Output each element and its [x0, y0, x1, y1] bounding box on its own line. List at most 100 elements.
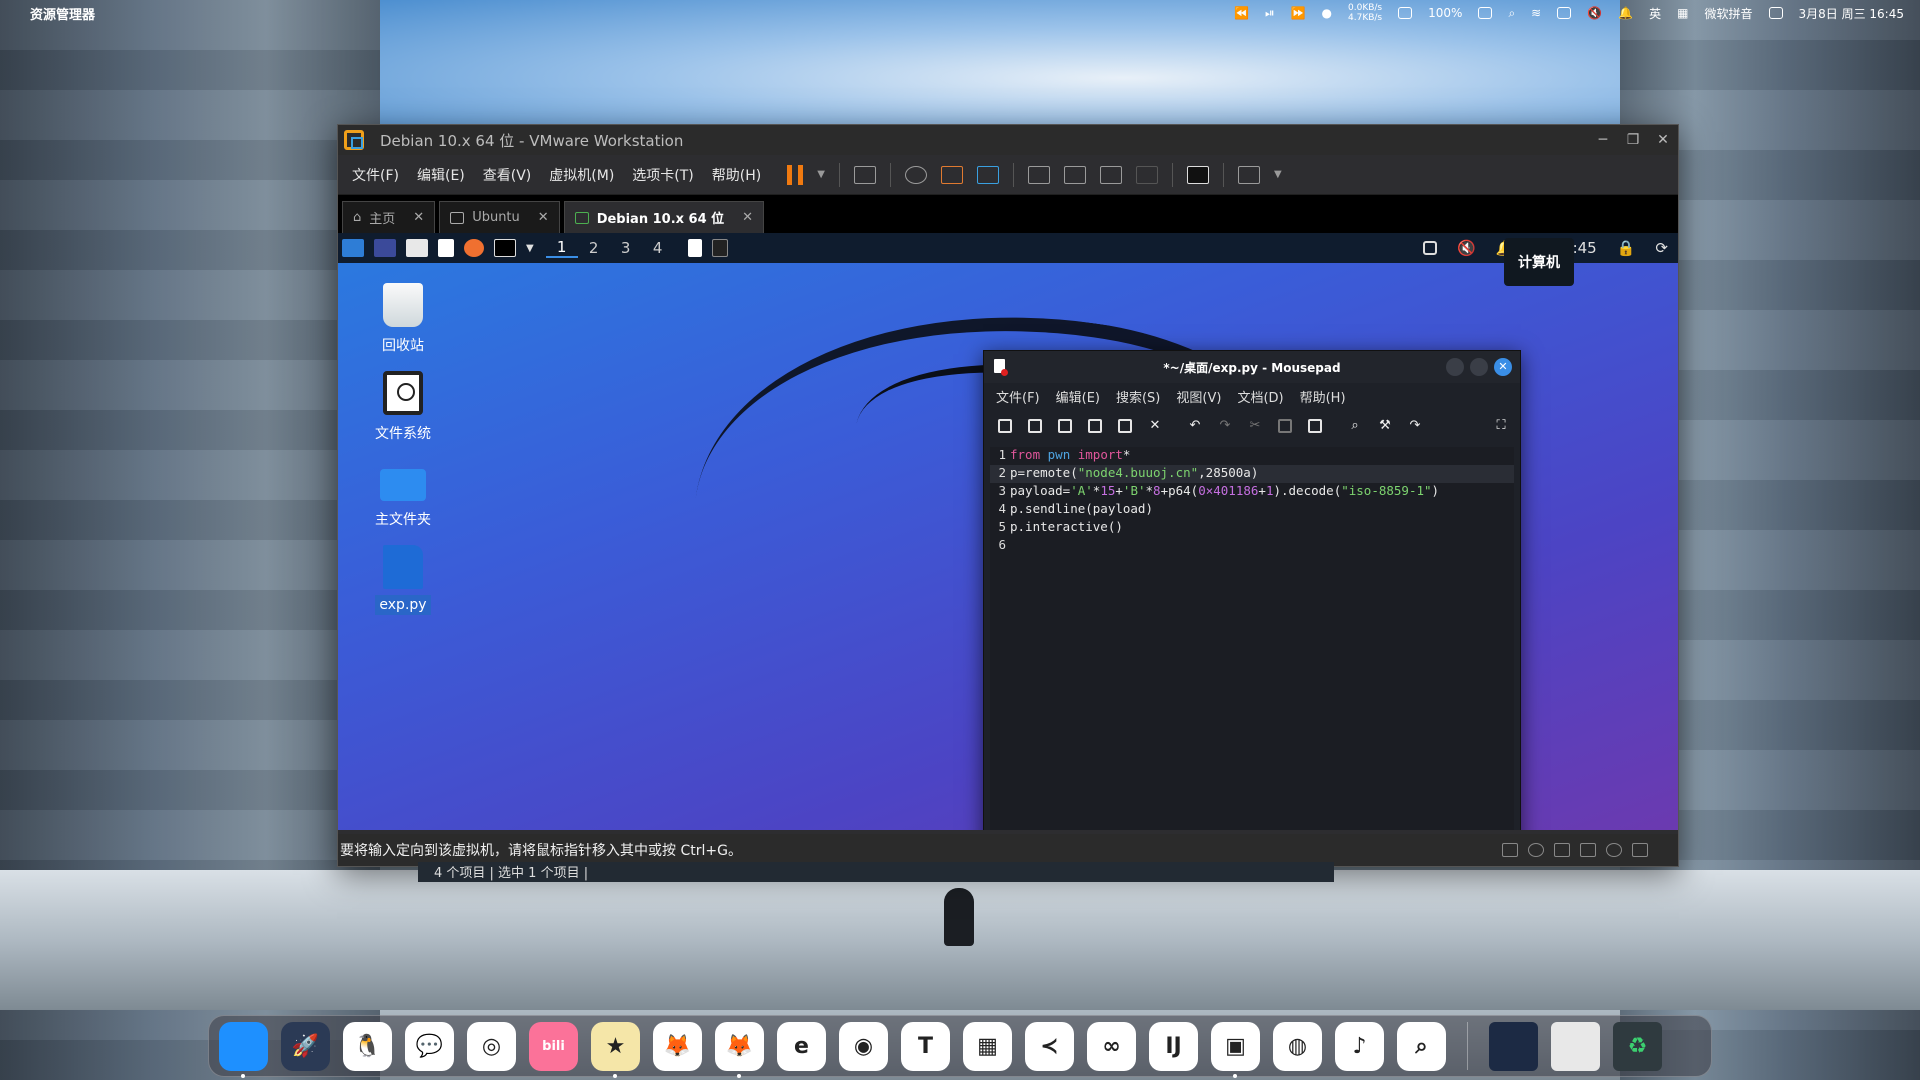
desktop-icon-home[interactable]: 主文件夹	[348, 459, 458, 529]
desktop-icon-filesystem[interactable]: 文件系统	[348, 371, 458, 443]
dock-search-icon[interactable]: ⌕	[1397, 1021, 1446, 1071]
dock-vscode-icon[interactable]: ≺	[1025, 1021, 1074, 1071]
close-button[interactable]: ✕	[1648, 132, 1678, 148]
menu-view[interactable]: 查看(V)	[483, 165, 532, 185]
snapshot-manager-icon[interactable]	[976, 165, 999, 184]
dock-recent-window-2-icon[interactable]	[1551, 1021, 1600, 1071]
desktop-icon-trash[interactable]: 回收站	[348, 283, 458, 355]
dock-typora-icon[interactable]: T	[901, 1021, 950, 1071]
volume-muted-icon[interactable]: 🔇	[1457, 239, 1476, 257]
dock-firefox-dev-icon[interactable]: 🦊	[715, 1021, 764, 1078]
wifi-icon[interactable]: ≋	[1531, 6, 1541, 20]
dock-bilibili-icon[interactable]: bili	[529, 1021, 578, 1071]
guest-screen[interactable]: ▼ 1 2 3 4 🔇 🔔 ◷ 16:45 🔒 ⟳ 计算机 回收站 文件	[338, 233, 1678, 830]
rewind-icon[interactable]: ⏪	[1234, 6, 1249, 20]
display-icon[interactable]	[1557, 7, 1572, 19]
screen-icon[interactable]	[1423, 241, 1438, 255]
phone-icon[interactable]	[1398, 7, 1413, 19]
dock-finder-icon[interactable]	[219, 1021, 268, 1078]
reload-icon[interactable]	[1118, 419, 1132, 433]
lock-icon[interactable]: 🔒	[1617, 239, 1636, 257]
revert-snapshot-icon[interactable]	[940, 165, 963, 184]
menu-tabs[interactable]: 选项卡(T)	[632, 165, 693, 185]
chevron-down-icon[interactable]: ▼	[526, 243, 534, 254]
control-center-icon[interactable]	[1768, 7, 1783, 19]
menu-file[interactable]: 文件(F)	[996, 387, 1040, 406]
dock-intellij-icon[interactable]: IJ	[1149, 1021, 1198, 1071]
dock-edge-icon[interactable]: e	[777, 1021, 826, 1071]
save-as-icon[interactable]	[1088, 419, 1102, 433]
mousepad-titlebar[interactable]: *~/桌面/exp.py - Mousepad ✕	[984, 351, 1520, 383]
dock-vmware-icon[interactable]: ▣	[1211, 1021, 1260, 1078]
vmware-titlebar[interactable]: Debian 10.x 64 位 - VMware Workstation ─ …	[338, 125, 1678, 155]
power-icon[interactable]: ⟳	[1655, 239, 1668, 257]
taskbar-mousepad-icon[interactable]	[687, 239, 702, 257]
taskbar-terminal-icon[interactable]	[711, 239, 728, 257]
search-icon[interactable]: ⌕	[1508, 6, 1515, 21]
menu-search[interactable]: 搜索(S)	[1116, 387, 1160, 406]
lang-indicator[interactable]: 英	[1649, 5, 1661, 22]
stretch-guest-icon[interactable]	[1237, 165, 1260, 184]
dock-visual-studio-icon[interactable]: ∞	[1087, 1021, 1136, 1071]
active-app-name[interactable]: 资源管理器	[30, 4, 95, 23]
network-adapter-icon[interactable]	[1554, 843, 1570, 857]
restore-button[interactable]: ❐	[1618, 132, 1648, 148]
dock-launchpad-icon[interactable]: 🚀	[281, 1021, 330, 1071]
usb-icon[interactable]	[1606, 843, 1622, 857]
terminal-icon[interactable]	[494, 239, 516, 257]
fullscreen-icon[interactable]	[1099, 165, 1122, 184]
tab-debian[interactable]: Debian 10.x 64 位 ✕	[563, 201, 765, 233]
menu-help[interactable]: 帮助(H)	[1300, 387, 1346, 406]
text-editor-icon[interactable]	[438, 239, 454, 257]
close-button[interactable]: ✕	[1494, 358, 1512, 376]
workspace-2[interactable]: 2	[578, 239, 610, 257]
chevron-down-icon[interactable]: ▼	[1274, 169, 1282, 180]
fullscreen-icon[interactable]: ⛶	[1494, 419, 1508, 433]
menu-view[interactable]: 视图(V)	[1176, 387, 1221, 406]
firefox-icon[interactable]	[464, 239, 484, 257]
cd-rom-icon[interactable]	[1528, 843, 1544, 857]
play-pause-icon[interactable]: ⏯	[1265, 6, 1275, 21]
desktop-icon-exp-py[interactable]: exp.py	[348, 545, 458, 615]
maximize-button[interactable]	[1470, 358, 1488, 376]
close-tab-icon[interactable]: ✕	[742, 210, 753, 225]
sound-icon[interactable]	[1580, 843, 1596, 857]
tab-home[interactable]: ⌂ 主页 ✕	[342, 201, 436, 233]
dock-wechat-icon[interactable]: 💬	[405, 1021, 454, 1071]
chevron-down-icon[interactable]: ▼	[817, 169, 825, 180]
new-window-icon[interactable]	[1028, 419, 1042, 433]
workspace-1[interactable]: 1	[545, 238, 578, 258]
snapshot-icon[interactable]	[904, 165, 927, 184]
close-document-icon[interactable]: ✕	[1148, 419, 1162, 433]
console-view-icon[interactable]	[1186, 165, 1209, 184]
menu-edit[interactable]: 编辑(E)	[1056, 387, 1100, 406]
notification-icon[interactable]: 🔔	[1618, 6, 1633, 20]
save-icon[interactable]	[1058, 419, 1072, 433]
close-tab-icon[interactable]: ✕	[538, 210, 549, 225]
workspace-3[interactable]: 3	[610, 239, 642, 257]
code-editor[interactable]: 1 from pwn import * 2 p=remote( "node4.b…	[990, 447, 1514, 830]
message-icon[interactable]	[1632, 843, 1648, 857]
dock-office-icon[interactable]: ▦	[963, 1021, 1012, 1071]
vpn-icon[interactable]: ●	[1322, 6, 1332, 20]
thumbnail-bar-icon[interactable]	[1063, 165, 1086, 184]
search-icon[interactable]: ⌕	[1348, 419, 1362, 433]
find-replace-icon[interactable]: ⚒	[1378, 419, 1392, 433]
file-manager-icon[interactable]	[406, 239, 428, 257]
new-document-icon[interactable]	[998, 419, 1012, 433]
tab-ubuntu[interactable]: Ubuntu ✕	[439, 201, 560, 233]
dock-recent-window-1-icon[interactable]	[1489, 1021, 1538, 1071]
close-tab-icon[interactable]: ✕	[413, 210, 424, 225]
dock-music-icon[interactable]: ♪	[1335, 1021, 1384, 1071]
forward-icon[interactable]: ⏩	[1291, 6, 1306, 20]
redo-icon[interactable]: ↷	[1218, 419, 1232, 433]
copy-icon[interactable]	[1278, 419, 1292, 433]
dock-trash-icon[interactable]: ♻	[1613, 1021, 1662, 1071]
kali-menu-icon[interactable]	[342, 239, 364, 257]
input-method-icon[interactable]: ▦	[1677, 6, 1688, 20]
minimize-button[interactable]: ─	[1588, 132, 1618, 148]
unity-icon[interactable]	[1135, 165, 1158, 184]
battery-icon[interactable]	[1478, 7, 1493, 19]
go-to-line-icon[interactable]: ↷	[1408, 419, 1422, 433]
undo-icon[interactable]: ↶	[1188, 419, 1202, 433]
